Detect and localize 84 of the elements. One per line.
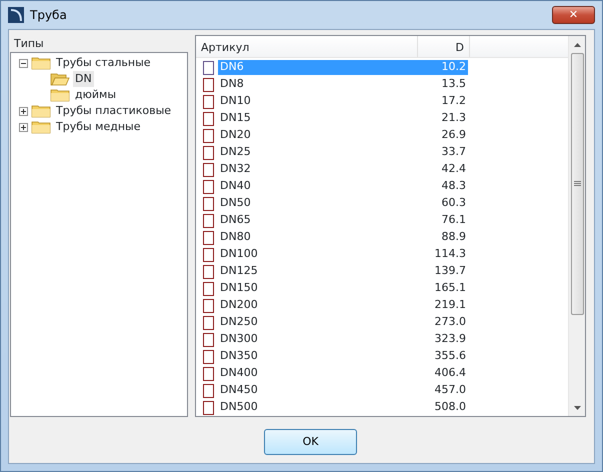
table-cell-text: 508.0 — [434, 399, 467, 416]
checkbox[interactable] — [203, 112, 214, 126]
scroll-thumb[interactable] — [570, 53, 584, 315]
table-cell-text: DN50 — [219, 195, 252, 212]
table-cell-text: DN10 — [219, 93, 252, 110]
tree-item[interactable]: DN — [73, 70, 94, 88]
table-cell-text: DN350 — [219, 348, 259, 364]
tree-label: Типы — [14, 37, 44, 50]
checkbox[interactable] — [203, 400, 214, 414]
checkbox[interactable] — [203, 366, 214, 380]
checkbox[interactable] — [203, 384, 214, 398]
checkbox[interactable] — [203, 128, 214, 142]
table-cell-text: 76.1 — [440, 212, 467, 228]
checkbox[interactable] — [203, 214, 214, 228]
scrollbar[interactable] — [568, 36, 585, 416]
close-button[interactable]: ✕ — [552, 6, 595, 24]
table-cell-text: DN500 — [219, 399, 259, 416]
table-cell-text: 114.3 — [434, 246, 467, 262]
table-cell-text: DN400 — [219, 365, 259, 382]
table-cell-text: 219.1 — [434, 297, 467, 314]
table-cell-text: 13.5 — [440, 76, 467, 92]
tree-item[interactable]: Трубы стальные — [54, 54, 153, 72]
checkbox[interactable] — [203, 78, 214, 92]
table-cell-text: 60.3 — [440, 195, 467, 212]
checkbox[interactable] — [203, 332, 214, 346]
table-cell-text: DN200 — [219, 297, 259, 314]
checkbox[interactable] — [203, 146, 214, 160]
checkbox[interactable] — [203, 264, 214, 278]
table-cell-text: DN25 — [219, 144, 252, 160]
table-cell-text: 355.6 — [434, 348, 467, 364]
folder-icon — [31, 56, 51, 70]
table-cell-text: 42.4 — [440, 161, 467, 178]
table-cell-text: 406.4 — [434, 365, 467, 382]
table-cell-text: DN20 — [219, 127, 252, 144]
table-cell-text: DN40 — [219, 178, 252, 194]
tree-item[interactable]: дюймы — [73, 86, 118, 104]
table-cell-text: 26.9 — [440, 127, 467, 144]
checkbox[interactable] — [203, 94, 214, 108]
table-cell-text: 33.7 — [440, 144, 467, 160]
table-cell-text: DN15 — [219, 110, 252, 126]
table-cell-text: DN450 — [219, 382, 259, 398]
checkbox[interactable] — [203, 350, 214, 364]
table-cell-text: 48.3 — [440, 178, 467, 194]
checkbox[interactable] — [203, 248, 214, 262]
checkbox[interactable] — [203, 162, 214, 176]
checkbox[interactable] — [203, 180, 214, 194]
table-cell-text: DN8 — [219, 76, 245, 92]
ok-button[interactable]: OK — [264, 429, 357, 455]
table-cell-text: 323.9 — [434, 331, 467, 348]
table-cell-text: DN125 — [219, 263, 259, 280]
table-cell-text: DN150 — [219, 280, 259, 296]
table-cell-text: DN100 — [219, 246, 259, 262]
checkbox[interactable] — [203, 282, 214, 296]
tree-item[interactable]: Трубы медные — [54, 118, 142, 136]
window-title: Труба — [30, 7, 67, 24]
checkbox[interactable] — [203, 60, 214, 74]
app-icon — [8, 7, 24, 23]
table-cell-text: 10.2 — [440, 59, 467, 76]
checkbox[interactable] — [203, 316, 214, 330]
tree-item[interactable]: Трубы пластиковые — [54, 102, 174, 120]
scroll-up-icon[interactable] — [574, 42, 580, 46]
folder-icon — [31, 120, 51, 134]
table-cell-text: 21.3 — [440, 110, 467, 126]
checkbox[interactable] — [203, 230, 214, 244]
table-cell-text: 139.7 — [434, 263, 467, 280]
table-cell-text: DN65 — [219, 212, 252, 228]
folder-icon — [50, 88, 70, 102]
table-cell-text: DN250 — [219, 314, 259, 330]
table-cell-text: 17.2 — [440, 93, 467, 110]
column-header[interactable]: D — [418, 36, 470, 57]
table-cell-text: 165.1 — [434, 280, 467, 296]
open-folder-icon — [50, 72, 70, 86]
table-cell-text: 457.0 — [434, 382, 467, 398]
folder-icon — [31, 104, 51, 118]
table-cell-text: 88.9 — [440, 229, 467, 246]
scroll-down-icon[interactable] — [574, 406, 580, 410]
table-cell-text: DN300 — [219, 331, 259, 348]
table-cell-text: DN80 — [219, 229, 252, 246]
column-header[interactable]: Артикул — [196, 36, 418, 57]
checkbox[interactable] — [203, 298, 214, 312]
table-cell-text: 273.0 — [434, 314, 467, 330]
checkbox[interactable] — [203, 196, 214, 210]
table-cell-text: DN6 — [219, 59, 245, 76]
table-cell-text: DN32 — [219, 161, 252, 178]
